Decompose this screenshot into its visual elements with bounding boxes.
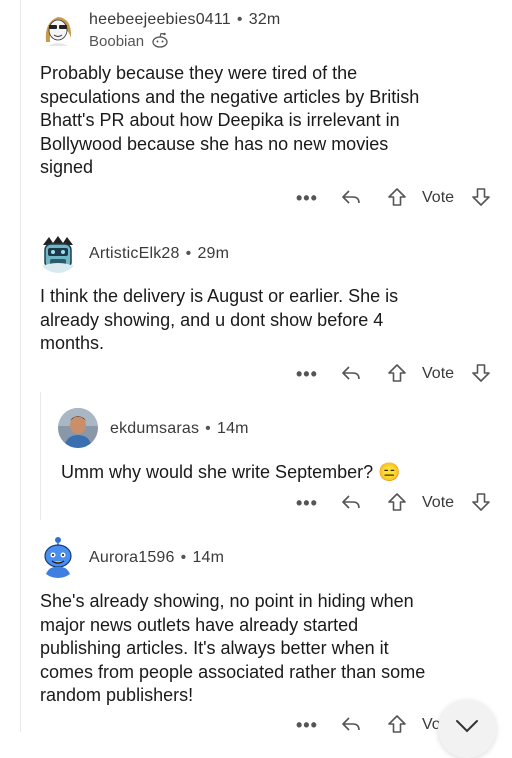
downvote-icon[interactable]	[470, 186, 492, 208]
avatar[interactable]	[37, 534, 79, 578]
upvote-icon[interactable]	[386, 186, 408, 208]
thread-line	[20, 0, 21, 732]
avatar[interactable]	[58, 408, 98, 448]
comment-actions: ••• Vote	[296, 491, 496, 519]
comment-meta: ekdumsaras • 14m	[110, 420, 249, 438]
timestamp: 32m	[248, 11, 281, 28]
more-options-button[interactable]: •••	[296, 715, 318, 735]
comment-body: She's already showing, no point in hidin…	[40, 591, 426, 705]
nested-thread-line	[40, 392, 41, 520]
downvote-icon[interactable]	[470, 362, 492, 384]
vote-count: Vote	[422, 494, 455, 511]
downvote-icon[interactable]	[470, 491, 492, 513]
comment-actions: ••• Vote	[296, 186, 496, 214]
vote-count: Vote	[422, 365, 455, 382]
comment-body: Probably because they were tired of the …	[40, 63, 420, 177]
username[interactable]: ekdumsaras	[110, 420, 199, 437]
snoo-flair-icon	[151, 32, 169, 48]
upvote-icon[interactable]	[386, 362, 408, 384]
comment-body: Umm why would she write September? 😑	[61, 462, 401, 482]
more-options-button[interactable]: •••	[296, 364, 318, 384]
timestamp: 29m	[197, 245, 230, 262]
username[interactable]: ArtisticElk28	[89, 245, 180, 262]
more-options-button[interactable]: •••	[296, 493, 318, 513]
avatar[interactable]	[37, 231, 79, 273]
username[interactable]: heebeejeebies0411	[89, 11, 231, 28]
separator-dot: •	[180, 549, 187, 566]
flair-text: Boobian	[89, 33, 145, 50]
timestamp: 14m	[216, 420, 249, 437]
username[interactable]: Aurora1596	[89, 549, 175, 566]
avatar[interactable]	[38, 8, 78, 48]
user-flair: Boobian	[89, 32, 169, 50]
separator-dot: •	[205, 420, 211, 437]
separator-dot: •	[185, 245, 192, 262]
vote-count: Vote	[422, 189, 455, 206]
reply-icon[interactable]	[340, 491, 362, 513]
upvote-icon[interactable]	[386, 491, 408, 513]
comment-body: I think the delivery is August or earlie…	[40, 286, 399, 353]
comment-meta: heebeejeebies0411 • 32m	[89, 11, 280, 29]
comment-meta: ArtisticElk28 • 29m	[89, 245, 229, 263]
comment-actions: ••• Vote	[296, 362, 496, 390]
timestamp: 14m	[192, 549, 225, 566]
separator-dot: •	[236, 11, 243, 28]
reply-icon[interactable]	[340, 362, 362, 384]
comment-meta: Aurora1596 • 14m	[89, 549, 224, 567]
scroll-down-button[interactable]	[438, 700, 496, 758]
more-options-button[interactable]: •••	[296, 188, 318, 208]
reply-icon[interactable]	[340, 186, 362, 208]
